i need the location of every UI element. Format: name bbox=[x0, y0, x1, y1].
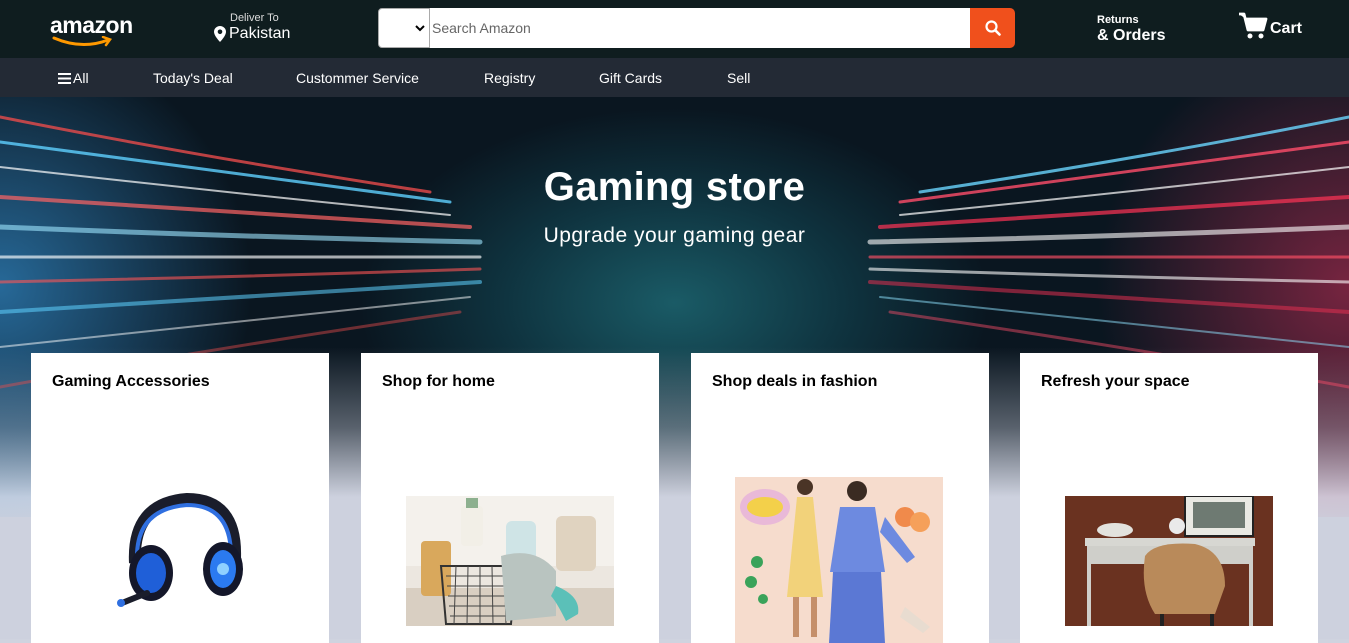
gaming-headset-image bbox=[117, 493, 243, 607]
hamburger-menu-icon bbox=[58, 72, 71, 84]
nav-item-all[interactable]: All bbox=[58, 70, 89, 86]
search-category-select[interactable] bbox=[378, 8, 430, 48]
nav-bar: All Today's Deal Custommer Service Regis… bbox=[0, 58, 1349, 97]
card-title: Gaming Accessories bbox=[52, 373, 210, 390]
amazon-logo[interactable]: amazon bbox=[50, 12, 142, 48]
cart-icon bbox=[1239, 12, 1268, 39]
product-card-gaming[interactable]: Gaming Accessories bbox=[31, 353, 329, 643]
location-pin-icon bbox=[214, 26, 226, 42]
orders-label: & Orders bbox=[1097, 27, 1166, 44]
search-button[interactable] bbox=[970, 8, 1015, 48]
chevron-down-icon bbox=[415, 25, 425, 32]
returns-label: Returns bbox=[1097, 14, 1139, 26]
deliver-location: Pakistan bbox=[229, 25, 291, 42]
product-card-fashion[interactable]: Shop deals in fashion bbox=[691, 353, 989, 643]
nav-item-label: All bbox=[73, 70, 89, 86]
nav-item-customer-service[interactable]: Custommer Service bbox=[296, 70, 419, 86]
search-bar bbox=[378, 8, 1015, 48]
deliver-to[interactable]: Deliver To Pakistan bbox=[214, 12, 290, 43]
product-card-space[interactable]: Refresh your space bbox=[1020, 353, 1318, 643]
card-title: Shop for home bbox=[382, 373, 495, 390]
logo-smile-icon bbox=[52, 36, 112, 47]
top-header: amazon Deliver To Pakistan Search Amazon… bbox=[0, 0, 1349, 58]
returns-orders[interactable]: Returns & Orders bbox=[1097, 13, 1165, 44]
nav-item-gift-cards[interactable]: Gift Cards bbox=[599, 70, 662, 86]
cleaning-basket-image bbox=[406, 496, 614, 626]
cart-label: Cart bbox=[1270, 20, 1303, 37]
desk-chair-image bbox=[1065, 496, 1273, 626]
hero-subtitle: Upgrade your gaming gear bbox=[543, 224, 806, 247]
search-icon bbox=[984, 20, 1001, 36]
product-card-home[interactable]: Shop for home bbox=[361, 353, 659, 643]
nav-item-sell[interactable]: Sell bbox=[727, 70, 750, 86]
card-title: Refresh your space bbox=[1041, 373, 1190, 390]
nav-item-todays-deal[interactable]: Today's Deal bbox=[153, 70, 233, 86]
search-input[interactable] bbox=[430, 8, 970, 48]
hero-title: Gaming store bbox=[543, 165, 806, 209]
card-title: Shop deals in fashion bbox=[712, 373, 878, 390]
nav-item-registry[interactable]: Registry bbox=[484, 70, 535, 86]
cart-button[interactable]: Cart bbox=[1238, 12, 1302, 40]
deliver-label: Deliver To bbox=[230, 12, 279, 24]
fashion-models-image bbox=[735, 477, 943, 643]
logo-text: amazon bbox=[50, 12, 133, 38]
